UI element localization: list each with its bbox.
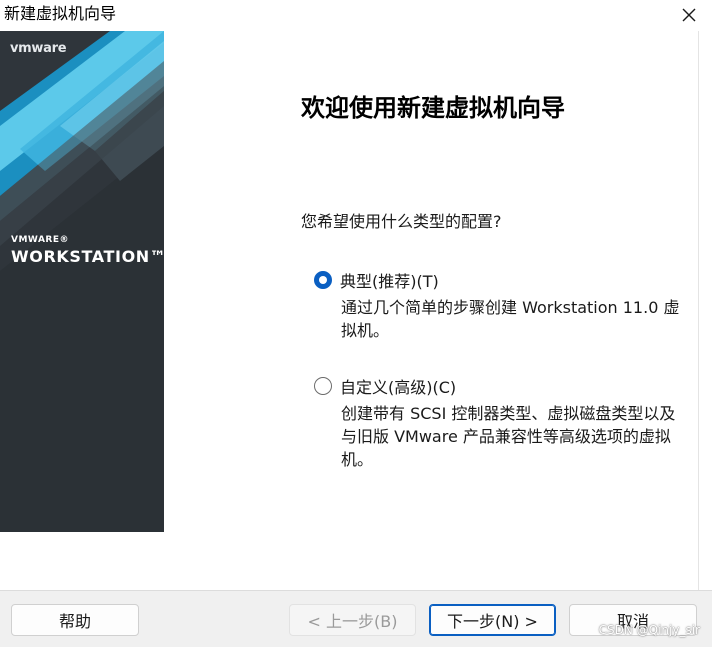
vmware-logo: vmware — [10, 41, 67, 56]
option-custom: 自定义(高级)(C) 创建带有 SCSI 控制器类型、虚拟磁盘类型以及与旧版 V… — [314, 374, 694, 471]
new-vm-wizard-window: 新建虚拟机向导 vmware VMWARE® WORKSTATION™ 欢迎使用… — [0, 0, 712, 647]
close-button[interactable] — [666, 0, 712, 30]
config-question: 您希望使用什么类型的配置? — [301, 212, 502, 231]
brand-vmware: VMWARE® — [11, 235, 69, 245]
wizard-footer: 帮助 < 上一步(B) 下一步(N) > 取消 CSDN @Qinjy_sir — [0, 590, 712, 647]
option-typical-description: 通过几个简单的步骤创建 Workstation 11.0 虚拟机。 — [341, 298, 680, 340]
cancel-button[interactable]: 取消 — [569, 604, 697, 636]
wizard-content: 欢迎使用新建虚拟机向导 您希望使用什么类型的配置? 典型(推荐)(T) 通过几个… — [164, 31, 698, 590]
page-title: 欢迎使用新建虚拟机向导 — [301, 93, 565, 122]
close-icon — [682, 8, 696, 22]
radio-custom[interactable] — [314, 377, 332, 395]
radio-custom-row[interactable]: 自定义(高级)(C) — [314, 374, 694, 398]
radio-typical[interactable] — [314, 271, 332, 289]
title-bar: 新建虚拟机向导 — [0, 0, 712, 30]
option-custom-description: 创建带有 SCSI 控制器类型、虚拟磁盘类型以及与旧版 VMware 产品兼容性… — [341, 404, 676, 469]
option-typical: 典型(推荐)(T) 通过几个简单的步骤创建 Workstation 11.0 虚… — [314, 268, 694, 342]
back-button[interactable]: < 上一步(B) — [289, 604, 416, 636]
window-title: 新建虚拟机向导 — [4, 4, 117, 23]
brand-workstation: WORKSTATION™ — [11, 247, 164, 266]
vmware-banner: vmware VMWARE® WORKSTATION™ — [0, 31, 164, 532]
help-button[interactable]: 帮助 — [11, 604, 139, 636]
banner-graphic — [0, 31, 164, 532]
next-button[interactable]: 下一步(N) > — [429, 604, 556, 636]
option-typical-label: 典型(推荐)(T) — [340, 272, 439, 291]
option-custom-label: 自定义(高级)(C) — [340, 378, 457, 397]
content-gutter — [698, 31, 712, 590]
radio-typical-row[interactable]: 典型(推荐)(T) — [314, 268, 694, 292]
